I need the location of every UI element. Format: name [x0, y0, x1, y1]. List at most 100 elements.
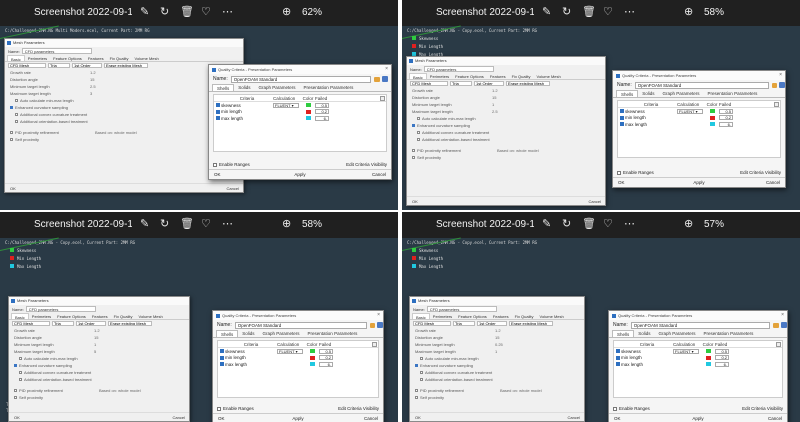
calculation-dropdown[interactable]: FLUENT ▾ — [273, 102, 299, 108]
auto-calc-row[interactable]: Auto calculate min-max length — [407, 115, 605, 122]
auto-calc-checkbox[interactable] — [15, 99, 18, 102]
mesh-tab[interactable]: Basic — [412, 313, 430, 320]
enable-ranges-checkbox[interactable] — [213, 162, 217, 167]
rotate-icon[interactable]: ↻ — [160, 218, 169, 230]
mesh-select[interactable]: 1st Order — [76, 321, 106, 326]
mesh-name-input[interactable]: CFD parameters — [21, 48, 92, 54]
qc-name-input[interactable]: OpenFOAM Standard — [234, 321, 367, 329]
zoom-icon[interactable]: ⊕ — [684, 218, 693, 230]
zoom-icon[interactable]: ⊕ — [282, 218, 291, 230]
qc-tab[interactable]: Graph Parameters — [259, 330, 304, 337]
enhanced-checkbox[interactable] — [10, 106, 13, 109]
mesh-select[interactable]: CFD Mesh — [413, 321, 451, 326]
mesh-tab[interactable]: Volume Mesh — [136, 313, 166, 319]
criteria-color-swatch[interactable] — [709, 122, 715, 127]
mesh-param-value[interactable]: 1.2 — [90, 70, 96, 75]
more-options-icon[interactable]: ⋯ — [624, 6, 635, 18]
mesh-select[interactable]: 1st Order — [474, 81, 504, 86]
self-prox-checkbox[interactable] — [415, 396, 418, 399]
save-icon[interactable] — [377, 322, 383, 328]
favorite-heart-icon[interactable]: ♡ — [603, 6, 613, 18]
mesh-param-value[interactable]: 5 — [94, 349, 96, 354]
qc-tab[interactable]: Presentation Parameters — [704, 90, 762, 97]
criteria-failed-input[interactable]: 6. — [719, 121, 733, 127]
mesh-ok-button[interactable]: OK — [412, 199, 418, 204]
qc-tab[interactable]: Presentation Parameters — [304, 330, 362, 337]
calculation-dropdown[interactable]: FLUENT ▾ — [277, 348, 303, 354]
mesh-select[interactable]: Tria — [48, 63, 70, 68]
criteria-row[interactable]: max length 6. — [614, 361, 782, 368]
close-icon[interactable]: × — [385, 65, 388, 74]
favorite-heart-icon[interactable]: ♡ — [201, 6, 211, 18]
edit-visibility-button[interactable]: Edit Criteria Visibility — [338, 406, 379, 411]
zoom-icon[interactable]: ⊕ — [282, 6, 291, 18]
criteria-color-swatch[interactable] — [705, 349, 711, 354]
criteria-checkbox[interactable] — [614, 355, 621, 360]
mesh-name-input[interactable]: CFD parameters — [423, 66, 494, 72]
qc-tab[interactable]: Shells — [612, 330, 635, 337]
mesh-param-value[interactable]: 15 — [94, 335, 98, 340]
convex-checkbox[interactable] — [19, 371, 22, 374]
mesh-select[interactable]: Tria — [453, 321, 475, 326]
criteria-checkbox[interactable] — [618, 122, 625, 127]
criteria-failed-input[interactable]: 0.2 — [715, 355, 729, 361]
mesh-param-value[interactable]: 0.25 — [495, 342, 503, 347]
save-icon[interactable] — [779, 82, 786, 88]
enhanced-row[interactable]: Enhanced curvature sampling — [410, 362, 584, 369]
mesh-ok-button[interactable]: OK — [415, 415, 421, 420]
pid-checkbox[interactable] — [10, 131, 13, 134]
save-icon[interactable] — [781, 322, 787, 328]
mesh-tab[interactable]: Perimeters — [427, 73, 452, 79]
criteria-checkbox[interactable] — [618, 115, 625, 120]
orientation-row[interactable]: Additional orientation-based treatment — [9, 376, 189, 383]
qc-tab[interactable]: Shells — [616, 90, 639, 97]
qc-tab[interactable]: Presentation Parameters — [700, 330, 758, 337]
open-folder-icon[interactable] — [373, 76, 380, 82]
qc-apply-button[interactable]: Apply — [693, 180, 704, 185]
edit-image-icon[interactable]: ✎ — [140, 218, 149, 230]
mesh-select[interactable]: Erase existing Mesh — [506, 81, 550, 86]
orientation-checkbox[interactable] — [417, 138, 420, 141]
calculation-dropdown[interactable]: FLUENT ▾ — [673, 348, 699, 354]
mesh-tab[interactable]: Perimeters — [29, 313, 54, 319]
favorite-heart-icon[interactable]: ♡ — [603, 218, 613, 230]
mesh-cancel-button[interactable]: Cancel — [589, 199, 601, 204]
criteria-failed-input[interactable]: 6. — [319, 361, 333, 367]
mesh-param-value[interactable]: 1.2 — [94, 328, 100, 333]
pid-value[interactable]: Based on: whole model — [497, 148, 539, 153]
criteria-checkbox[interactable] — [218, 362, 225, 367]
pid-checkbox[interactable] — [415, 389, 418, 392]
mesh-param-value[interactable]: 1 — [492, 102, 494, 107]
mesh-param-value[interactable]: 1 — [495, 349, 497, 354]
edit-visibility-button[interactable]: Edit Criteria Visibility — [742, 406, 783, 411]
criteria-checkbox[interactable] — [618, 109, 625, 114]
pid-row[interactable]: PID proximity refinement Based on: whole … — [407, 147, 605, 154]
qc-tab[interactable]: Shells — [216, 330, 239, 337]
calculation-dropdown[interactable]: FLUENT ▾ — [677, 108, 703, 114]
table-options-icon[interactable] — [380, 96, 385, 101]
mesh-param-value[interactable]: 15 — [495, 335, 499, 340]
qc-tab[interactable]: Solids — [234, 84, 254, 91]
enhanced-checkbox[interactable] — [412, 124, 415, 127]
pid-value[interactable]: Based on: whole model — [95, 130, 137, 135]
save-icon[interactable] — [381, 76, 388, 82]
enhanced-row[interactable]: Enhanced curvature sampling — [407, 122, 605, 129]
mesh-ok-button[interactable]: OK — [14, 415, 20, 420]
rotate-icon[interactable]: ↻ — [562, 218, 571, 230]
criteria-checkbox[interactable] — [218, 349, 225, 354]
qc-ok-button[interactable]: OK — [218, 416, 225, 421]
open-folder-icon[interactable] — [369, 322, 376, 328]
mesh-tab[interactable]: Features — [490, 313, 512, 319]
mesh-select[interactable]: Erase existing Mesh — [108, 321, 152, 326]
qc-name-input[interactable]: OpenFOAM Standard — [230, 75, 371, 83]
criteria-row[interactable]: max length 6. — [218, 361, 378, 368]
criteria-failed-input[interactable]: 0.5 — [719, 108, 733, 114]
pid-value[interactable]: Based on: whole model — [99, 388, 141, 393]
mesh-tab[interactable]: Basic — [7, 55, 25, 62]
mesh-tab[interactable]: Features — [85, 55, 107, 61]
mesh-select[interactable]: Erase existing Mesh — [509, 321, 553, 326]
mesh-select[interactable]: CFD Mesh — [410, 81, 448, 86]
qc-tab[interactable]: Graph Parameters — [255, 84, 300, 91]
enable-ranges-checkbox[interactable] — [617, 170, 621, 175]
criteria-color-swatch[interactable] — [309, 355, 315, 360]
